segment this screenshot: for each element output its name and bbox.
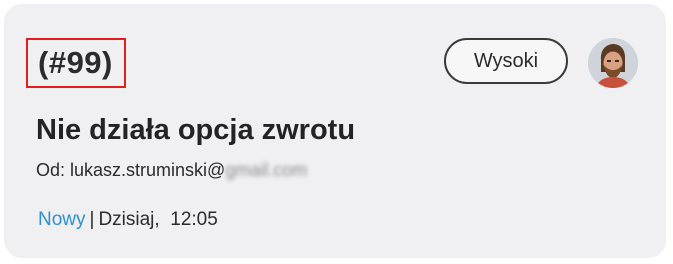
priority-badge[interactable]: Wysoki: [444, 38, 568, 84]
ticket-card[interactable]: (#99) Wysoki Nie działa opcja zwrotu Od:…: [4, 4, 666, 258]
ticket-sender: Od: lukasz.struminski@ gmail.com: [36, 160, 307, 181]
assignee-avatar[interactable]: [588, 38, 638, 88]
avatar-photo-icon: [588, 38, 638, 88]
sender-prefix: Od: lukasz.struminski@: [36, 160, 226, 180]
status-link[interactable]: Nowy: [38, 209, 86, 230]
ticket-date: Dzisiaj,: [98, 209, 160, 230]
ticket-time: 12:05: [170, 209, 218, 230]
ticket-id-highlight: (#99): [26, 38, 126, 88]
meta-separator: |: [89, 209, 95, 230]
sender-domain-obscured: gmail.com: [225, 160, 308, 180]
ticket-subject: Nie działa opcja zwrotu: [36, 114, 356, 146]
ticket-id: (#99): [38, 45, 113, 80]
ticket-meta: Nowy | Dzisiaj, 12:05: [38, 209, 218, 231]
